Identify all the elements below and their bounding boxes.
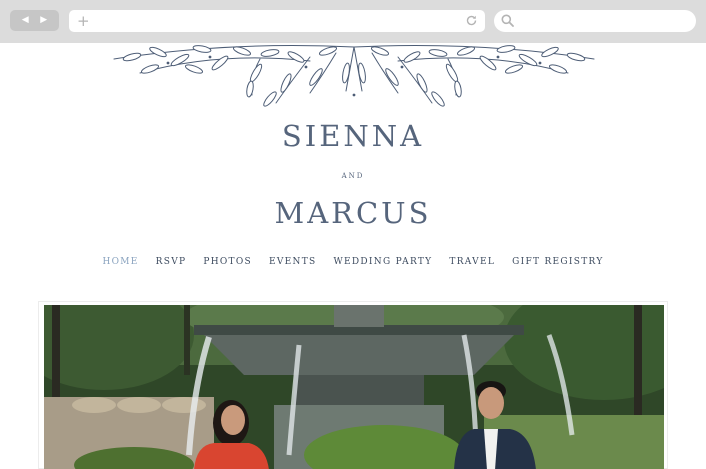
couple-name-second: MARCUS [274, 196, 432, 230]
name-connector: AND [341, 172, 365, 180]
forward-arrow-icon[interactable]: ▶ [40, 16, 47, 25]
back-arrow-icon[interactable]: ◀ [22, 16, 29, 25]
search-input[interactable] [494, 10, 696, 32]
nav-item-photos[interactable]: PHOTOS [203, 256, 252, 268]
wedding-site-page: SIENNA AND MARCUS HOME RSVP PHOTOS EVENT… [0, 43, 706, 469]
nav-item-rsvp[interactable]: RSVP [156, 256, 187, 268]
search-icon [501, 14, 514, 27]
nav-item-events[interactable]: EVENTS [269, 256, 316, 268]
navigation-buttons: ◀ ▶ [10, 10, 59, 31]
plus-icon[interactable]: + [77, 12, 90, 30]
nav-item-travel[interactable]: TRAVEL [449, 256, 495, 268]
browser-toolbar: ◀ ▶ + [0, 0, 706, 43]
address-bar[interactable]: + [69, 10, 485, 32]
hero-photo-frame [38, 301, 668, 469]
reload-icon[interactable] [465, 14, 478, 27]
engagement-photo-illustration [44, 305, 664, 469]
leaf-garland-icon [113, 45, 595, 107]
nav-item-wedding-party[interactable]: WEDDING PARTY [333, 256, 432, 268]
couple-name-first: SIENNA [281, 119, 425, 153]
site-navigation: HOME RSVP PHOTOS EVENTS WEDDING PARTY TR… [0, 256, 706, 268]
hero-photo [44, 305, 664, 469]
nav-item-gift-registry[interactable]: GIFT REGISTRY [512, 256, 603, 268]
nav-item-home[interactable]: HOME [102, 256, 138, 268]
